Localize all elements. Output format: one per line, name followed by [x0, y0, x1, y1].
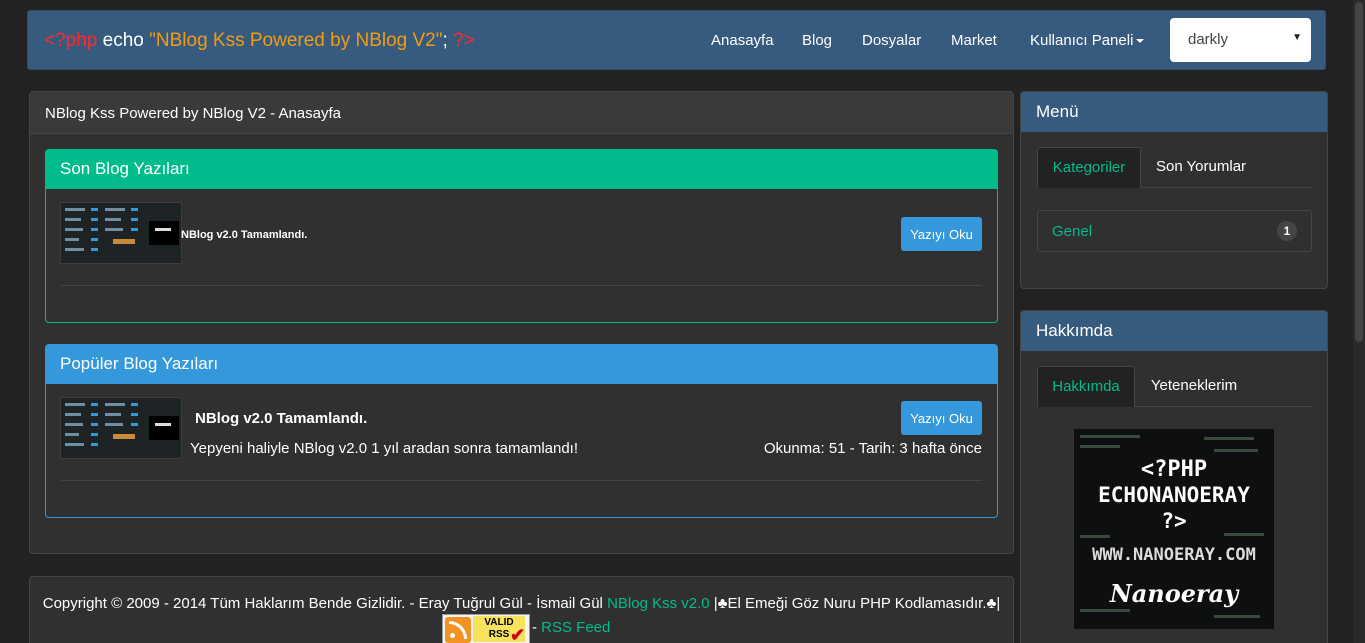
- theme-select-value: darkly: [1188, 31, 1229, 48]
- scrollbar-thumb[interactable]: [1355, 2, 1363, 342]
- nav-link-blog[interactable]: Blog: [802, 32, 832, 49]
- sidebar-about-heading: Hakkımda: [1021, 311, 1327, 351]
- nav-link-market[interactable]: Market: [951, 32, 997, 49]
- recent-posts-panel: Son Blog Yazıları NBlog v2.0 Tamamlandı.…: [45, 149, 998, 323]
- category-item-genel[interactable]: Genel 1: [1037, 210, 1312, 252]
- rss-feed-line: - RSS Feed: [532, 619, 610, 636]
- footer: Copyright © 2009 - 2014 Tüm Haklarım Ben…: [29, 576, 1014, 643]
- footer-tagline: |♣El Emeği Göz Nuru PHP Kodlamasıdır.♣|: [709, 595, 1001, 612]
- footer-brand-link[interactable]: NBlog Kss v2.0: [607, 595, 710, 612]
- sidebar-about-panel: Hakkımda Hakkımda Yeteneklerim <?PHP ECH…: [1020, 310, 1328, 643]
- brand-semicolon: ;: [442, 30, 454, 51]
- recent-posts-heading: Son Blog Yazıları: [46, 150, 997, 189]
- nav-dropdown-label: Kullanıcı Paneli: [1030, 32, 1134, 49]
- main-panel-heading: NBlog Kss Powered by NBlog V2 - Anasayfa: [30, 92, 1013, 134]
- brand-php-close-tag: ?>: [453, 30, 475, 51]
- tab-kategoriler[interactable]: Kategoriler: [1037, 147, 1141, 188]
- valid-rss-badge[interactable]: VALID RSS ✔: [442, 614, 530, 643]
- rss-separator: -: [532, 619, 542, 636]
- popular-read-button[interactable]: Yazıyı Oku: [901, 401, 982, 435]
- category-count-badge: 1: [1277, 221, 1297, 241]
- brand-php-open-tag: <?php: [44, 30, 98, 51]
- popular-post-meta: Okunma: 51 - Tarih: 3 hafta önce: [763, 440, 982, 457]
- select-arrow-icon: ▼: [1292, 32, 1302, 43]
- footer-copyright-line: Copyright © 2009 - 2014 Tüm Haklarım Ben…: [30, 595, 1013, 612]
- copyright-text: Copyright © 2009 - 2014 Tüm Haklarım Ben…: [42, 595, 608, 612]
- rss-icon: [445, 617, 471, 643]
- about-image-line1: <?PHP: [1140, 457, 1208, 482]
- page-scrollbar[interactable]: [1353, 0, 1365, 643]
- sidebar-menu-panel: Menü Kategoriler Son Yorumlar Genel 1: [1020, 91, 1328, 289]
- popular-posts-heading: Popüler Blog Yazıları: [46, 345, 997, 384]
- nav-link-dosyalar[interactable]: Dosyalar: [862, 32, 921, 49]
- nav-link-anasayfa[interactable]: Anasayfa: [711, 32, 774, 49]
- main-panel: NBlog Kss Powered by NBlog V2 - Anasayfa…: [29, 91, 1014, 554]
- about-image-line2: ECHONANOERAY: [1098, 483, 1250, 507]
- divider: [61, 285, 982, 286]
- brand-logo-link[interactable]: <?php echo "NBlog Kss Powered by NBlog V…: [44, 30, 475, 52]
- menu-tabs: Kategoriler Son Yorumlar: [1037, 147, 1312, 188]
- tab-hakkimda[interactable]: Hakkımda: [1037, 366, 1135, 407]
- top-navbar: <?php echo "NBlog Kss Powered by NBlog V…: [27, 10, 1326, 70]
- category-name: Genel: [1052, 223, 1093, 240]
- tab-son-yorumlar[interactable]: Son Yorumlar: [1145, 147, 1257, 188]
- checkmark-icon: ✔: [510, 625, 526, 643]
- brand-string: "NBlog Kss Powered by NBlog V2": [149, 30, 443, 51]
- brand-echo: echo: [97, 30, 150, 51]
- nav-dropdown-kullanici-paneli[interactable]: Kullanıcı Paneli: [1030, 32, 1145, 49]
- about-tabs: Hakkımda Yeteneklerim: [1037, 366, 1312, 407]
- tab-yeteneklerim[interactable]: Yeteneklerim: [1135, 366, 1253, 407]
- post-thumbnail[interactable]: [60, 397, 182, 459]
- recent-read-button[interactable]: Yazıyı Oku: [901, 217, 982, 251]
- about-image-url: WWW.NANOERAY.COM: [1092, 545, 1256, 565]
- theme-select[interactable]: darkly ▼: [1170, 18, 1311, 62]
- about-image-line3: ?>: [1161, 509, 1187, 533]
- popular-post-title[interactable]: NBlog v2.0 Tamamlandı.: [195, 410, 367, 427]
- about-profile-image: <?PHP ECHONANOERAY ?> WWW.NANOERAY.COM N…: [1074, 429, 1274, 629]
- popular-post-description: Yepyeni haliyle NBlog v2.0 1 yıl aradan …: [190, 440, 579, 457]
- about-image-signature: Nanoeray: [1109, 579, 1239, 608]
- divider: [61, 480, 982, 481]
- popular-posts-panel: Popüler Blog Yazıları NBlog v2.0 Tamamla…: [45, 344, 998, 518]
- sidebar-menu-heading: Menü: [1021, 92, 1327, 132]
- caret-down-icon: [1136, 39, 1145, 44]
- post-thumbnail[interactable]: [60, 202, 182, 264]
- rss-feed-link[interactable]: RSS Feed: [541, 619, 610, 636]
- recent-post-title: NBlog v2.0 Tamamlandı.: [181, 229, 308, 241]
